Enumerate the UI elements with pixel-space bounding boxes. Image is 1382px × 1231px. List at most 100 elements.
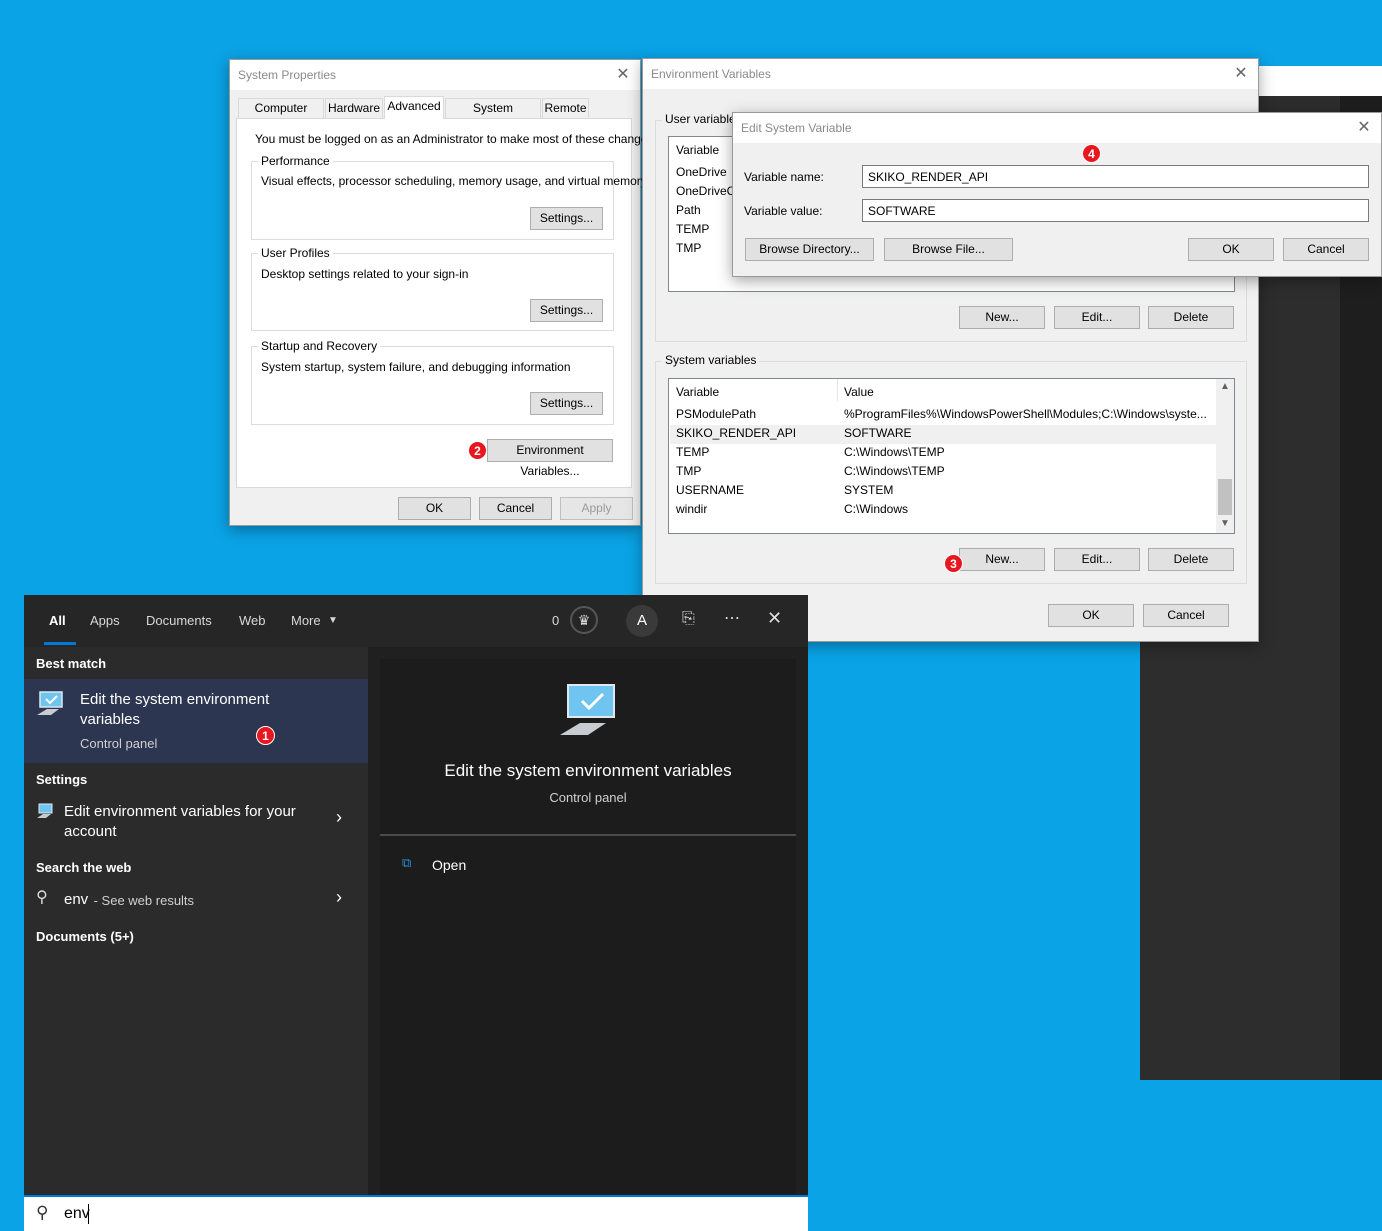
user-variables-title: User variable [662, 112, 739, 126]
tab-all[interactable]: All [49, 613, 66, 628]
system-variable-name[interactable]: TEMP [676, 445, 709, 459]
system-delete-button[interactable]: Delete [1148, 548, 1234, 571]
admin-note: You must be logged on as an Administrato… [255, 132, 657, 146]
step-badge-4: 4 [1082, 144, 1101, 163]
close-icon[interactable]: ✕ [1355, 119, 1373, 137]
open-icon: ⧉ [402, 855, 412, 870]
column-divider [837, 379, 838, 401]
chevron-right-icon[interactable]: › [336, 807, 342, 828]
close-icon[interactable]: ✕ [614, 66, 632, 84]
performance-settings-button[interactable]: Settings... [530, 207, 603, 230]
envvars-cancel-button[interactable]: Cancel [1143, 604, 1229, 627]
web-suffix: - See web results [90, 893, 195, 908]
tab-more[interactable]: More [291, 613, 321, 628]
user-delete-button[interactable]: Delete [1148, 306, 1234, 329]
system-variables-list[interactable]: Variable Value PSModulePath %ProgramFile… [668, 378, 1235, 534]
tab-system-protection[interactable]: System Protection [445, 98, 541, 134]
system-variable-value[interactable]: %ProgramFiles%\WindowsPowerShell\Modules… [844, 407, 1210, 421]
performance-title: Performance [258, 154, 333, 168]
tab-remote[interactable]: Remote [542, 98, 589, 118]
user-variable-row[interactable]: TEMP [676, 222, 709, 236]
caret-down-icon[interactable]: ▼ [328, 615, 338, 626]
preview-subtitle: Control panel [549, 790, 627, 805]
system-edit-button[interactable]: Edit... [1054, 548, 1140, 571]
sysprop-ok-button[interactable]: OK [398, 497, 471, 520]
user-variable-row[interactable]: OneDriveC [676, 184, 734, 198]
user-edit-button[interactable]: Edit... [1054, 306, 1140, 329]
preview-title: Edit the system environment variables [444, 761, 732, 780]
user-new-button[interactable]: New... [959, 306, 1045, 329]
best-match-title-line2: variables [80, 711, 141, 728]
variable-value-field[interactable] [862, 199, 1369, 222]
step-badge-2: 2 [468, 441, 487, 460]
settings-result-line2: account [64, 823, 117, 840]
edit-ok-button[interactable]: OK [1188, 238, 1274, 261]
system-variable-name[interactable]: PSModulePath [676, 407, 756, 421]
user-profiles-settings-button[interactable]: Settings... [530, 299, 603, 322]
web-result[interactable]: ⚲ env - See web results › [24, 885, 368, 915]
search-icon: ⚲ [36, 889, 48, 906]
system-variable-value[interactable]: C:\Windows\TEMP [844, 464, 945, 478]
system-variable-value[interactable]: SOFTWARE [844, 426, 912, 440]
more-icon[interactable]: ⋯ [724, 608, 740, 628]
user-variable-row[interactable]: TMP [676, 241, 701, 255]
chevron-down-icon[interactable]: ▼ [1220, 518, 1230, 529]
search-input[interactable]: env [64, 1205, 90, 1223]
edit-cancel-button[interactable]: Cancel [1283, 238, 1369, 261]
tab-apps[interactable]: Apps [90, 613, 120, 628]
preview-divider [380, 834, 796, 836]
user-variables-header[interactable]: Variable [676, 143, 719, 157]
user-variable-row[interactable]: Path [676, 203, 701, 217]
system-variable-name[interactable]: SKIKO_RENDER_API [676, 426, 796, 440]
chevron-up-icon[interactable]: ▲ [1220, 381, 1230, 392]
system-variables-header-value[interactable]: Value [844, 385, 874, 399]
tab-documents[interactable]: Documents [146, 613, 212, 628]
avatar[interactable]: A [626, 605, 658, 637]
system-variables-scrollbar[interactable]: ▲ ▼ [1216, 379, 1234, 533]
tab-advanced[interactable]: Advanced [384, 96, 444, 119]
search-box[interactable]: ⚲ env [24, 1195, 808, 1231]
close-icon[interactable]: ✕ [767, 608, 782, 629]
search-filter-bar: All Apps Documents Web More ▼ 0 ♛ A ⎘ ⋯ … [24, 595, 808, 647]
browse-directory-button[interactable]: Browse Directory... [745, 238, 874, 261]
startup-recovery-desc: System startup, system failure, and debu… [261, 360, 571, 374]
documents-label[interactable]: Documents (5+) [36, 929, 134, 944]
system-variable-value[interactable]: C:\Windows\TEMP [844, 445, 945, 459]
startup-recovery-settings-button[interactable]: Settings... [530, 392, 603, 415]
monitor-icon [36, 803, 54, 819]
settings-result[interactable]: Edit environment variables for your acco… [24, 797, 368, 845]
envvars-ok-button[interactable]: OK [1048, 604, 1134, 627]
environment-variables-button[interactable]: Environment Variables... [487, 439, 613, 478]
variable-name-field[interactable] [862, 165, 1369, 188]
close-icon[interactable]: ✕ [1232, 65, 1250, 83]
tab-web[interactable]: Web [239, 613, 266, 628]
system-variables-title: System variables [662, 353, 760, 367]
browse-file-button[interactable]: Browse File... [884, 238, 1013, 261]
best-match-result[interactable]: Edit the system environment variables Co… [24, 679, 368, 763]
system-variable-value[interactable]: C:\Windows [844, 502, 908, 516]
sysprop-apply-button[interactable]: Apply [560, 497, 633, 520]
open-action[interactable]: ⧉ Open [400, 855, 780, 879]
tab-hardware[interactable]: Hardware [325, 98, 383, 118]
system-variable-name[interactable]: USERNAME [676, 483, 744, 497]
feedback-icon[interactable]: ⎘ [682, 610, 695, 628]
chevron-right-icon[interactable]: › [336, 887, 342, 908]
user-variable-row[interactable]: OneDrive [676, 165, 727, 179]
start-search-panel: All Apps Documents Web More ▼ 0 ♛ A ⎘ ⋯ … [24, 595, 808, 1231]
system-new-button[interactable]: New... [959, 548, 1045, 571]
edit-system-variable-title: Edit System Variable [733, 113, 1381, 143]
user-profiles-title: User Profiles [258, 246, 333, 260]
system-variable-value[interactable]: SYSTEM [844, 483, 893, 497]
environment-variables-title: Environment Variables [643, 59, 1258, 89]
tab-computer-name[interactable]: Computer Name [238, 98, 324, 134]
scrollbar-thumb[interactable] [1218, 479, 1232, 515]
performance-desc: Visual effects, processor scheduling, me… [261, 174, 647, 188]
system-variable-name[interactable]: windir [676, 502, 707, 516]
system-variable-name[interactable]: TMP [676, 464, 701, 478]
system-variables-header-variable[interactable]: Variable [676, 385, 719, 399]
monitor-check-icon [36, 691, 66, 717]
sysprop-cancel-button[interactable]: Cancel [479, 497, 552, 520]
startup-recovery-title: Startup and Recovery [258, 339, 381, 353]
settings-label: Settings [36, 772, 88, 787]
trophy-icon[interactable]: ♛ [570, 606, 598, 634]
